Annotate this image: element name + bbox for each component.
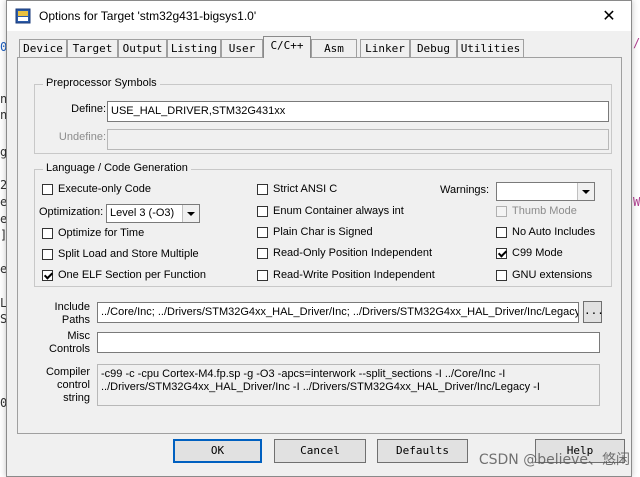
ro-pi-box — [257, 247, 268, 259]
execute-only-label: Execute-only Code — [58, 183, 151, 195]
undefine-label: Undefine: — [58, 131, 106, 143]
tab-device[interactable]: Device — [19, 39, 67, 57]
options-dialog: Options for Target 'stm32g431-bigsys1.0'… — [6, 0, 632, 477]
no-auto-includes-box — [496, 226, 507, 238]
compiler-label-line2: control — [56, 379, 90, 391]
gnu-extensions-box — [496, 269, 507, 281]
enum-container-label: Enum Container always int — [273, 205, 404, 217]
plain-char-box — [257, 226, 268, 238]
tab-listing[interactable]: Listing — [167, 39, 221, 57]
tab-c-cpp[interactable]: C/C++ — [263, 36, 311, 58]
c99-mode-label: C99 Mode — [512, 247, 563, 259]
c-cpp-tab-panel: Preprocessor Symbols Define: USE_HAL_DRI… — [17, 57, 622, 434]
optimize-time-box — [42, 227, 53, 239]
defaults-button[interactable]: Defaults — [377, 439, 468, 463]
warnings-select[interactable] — [496, 182, 595, 201]
keil-app-icon — [15, 8, 31, 24]
tab-debug[interactable]: Debug — [410, 39, 457, 57]
tab-output[interactable]: Output — [118, 39, 167, 57]
ro-pi-label: Read-Only Position Independent — [273, 247, 432, 259]
execute-only-checkbox[interactable]: Execute-only Code — [42, 183, 151, 195]
dialog-title: Options for Target 'stm32g431-bigsys1.0' — [39, 9, 257, 23]
ro-pi-checkbox[interactable]: Read-Only Position Independent — [257, 247, 432, 259]
title-bar[interactable]: Options for Target 'stm32g431-bigsys1.0'… — [7, 1, 631, 31]
tab-target[interactable]: Target — [67, 39, 118, 57]
csdn-watermark: CSDN @believe、悠闲 — [478, 452, 630, 468]
misc-label-line2: Controls — [49, 343, 90, 355]
split-load-checkbox[interactable]: Split Load and Store Multiple — [42, 248, 199, 260]
strict-ansi-checkbox[interactable]: Strict ANSI C — [257, 183, 337, 195]
thumb-mode-checkbox[interactable]: Thumb Mode — [496, 205, 577, 217]
include-paths-label: Include Paths — [38, 301, 90, 327]
preprocessor-group: Preprocessor Symbols Define: USE_HAL_DRI… — [34, 77, 612, 154]
tab-utilities[interactable]: Utilities — [457, 39, 524, 57]
thumb-mode-box — [496, 205, 507, 217]
c99-mode-box — [496, 247, 507, 259]
misc-controls-label: Misc Controls — [38, 330, 90, 356]
tab-linker[interactable]: Linker — [360, 39, 410, 57]
rw-pi-label: Read-Write Position Independent — [273, 269, 435, 281]
close-icon[interactable]: ✕ — [589, 1, 629, 31]
define-label: Define: — [71, 103, 106, 115]
compiler-control-label: Compiler control string — [32, 366, 90, 405]
editor-fragment: W — [633, 195, 640, 209]
include-paths-browse-button[interactable]: ... — [583, 301, 604, 323]
no-auto-includes-label: No Auto Includes — [512, 226, 596, 238]
cancel-button[interactable]: Cancel — [274, 439, 366, 463]
no-auto-includes-checkbox[interactable]: No Auto Includes — [496, 226, 595, 238]
strict-ansi-box — [257, 183, 268, 195]
misc-controls-field[interactable] — [97, 332, 600, 353]
ok-button[interactable]: OK — [173, 439, 262, 463]
undefine-field[interactable] — [107, 129, 609, 150]
one-elf-box — [42, 269, 53, 281]
optimization-value: Level 3 (-O3) — [110, 207, 175, 219]
optimization-label: Optimization: — [39, 206, 104, 218]
chevron-down-icon — [577, 183, 594, 200]
compiler-string-line2: ../Drivers/STM32G4xx_HAL_Driver/Inc -I .… — [101, 381, 540, 393]
plain-char-label: Plain Char is Signed — [273, 226, 373, 238]
define-field[interactable]: USE_HAL_DRIVER,STM32G431xx — [107, 101, 609, 122]
include-label-line2: Paths — [61, 314, 90, 326]
include-label-line1: Include — [54, 301, 90, 313]
split-load-label: Split Load and Store Multiple — [58, 248, 199, 260]
gnu-extensions-label: GNU extensions — [512, 269, 593, 281]
strict-ansi-label: Strict ANSI C — [273, 183, 338, 195]
editor-fragment: / — [633, 36, 640, 50]
language-group-label: Language / Code Generation — [43, 162, 191, 174]
compiler-string-line1: -c99 -c -cpu Cortex-M4.fp.sp -g -O3 -apc… — [101, 368, 506, 380]
tab-user[interactable]: User — [221, 39, 263, 57]
rw-pi-box — [257, 269, 268, 281]
split-load-box — [42, 248, 53, 260]
chevron-down-icon — [182, 205, 199, 222]
compiler-control-string[interactable]: -c99 -c -cpu Cortex-M4.fp.sp -g -O3 -apc… — [97, 364, 600, 406]
language-group: Language / Code Generation Execute-only … — [34, 162, 612, 287]
tab-asm[interactable]: Asm — [311, 39, 357, 57]
compiler-label-line1: Compiler — [45, 366, 90, 378]
c99-mode-checkbox[interactable]: C99 Mode — [496, 247, 563, 259]
compiler-label-line3: string — [63, 392, 90, 404]
one-elf-checkbox[interactable]: One ELF Section per Function — [42, 269, 206, 281]
gnu-extensions-checkbox[interactable]: GNU extensions — [496, 269, 592, 281]
include-paths-field[interactable]: ../Core/Inc; ../Drivers/STM32G4xx_HAL_Dr… — [97, 302, 579, 323]
enum-container-checkbox[interactable]: Enum Container always int — [257, 205, 404, 217]
warnings-label: Warnings: — [440, 184, 490, 196]
one-elf-label: One ELF Section per Function — [58, 269, 206, 281]
misc-label-line1: Misc — [67, 330, 90, 342]
thumb-mode-label: Thumb Mode — [512, 205, 577, 217]
optimize-time-label: Optimize for Time — [58, 227, 145, 239]
optimization-select[interactable]: Level 3 (-O3) — [106, 204, 200, 223]
enum-container-box — [257, 205, 268, 217]
execute-only-box — [42, 183, 53, 195]
optimize-time-checkbox[interactable]: Optimize for Time — [42, 227, 144, 239]
rw-pi-checkbox[interactable]: Read-Write Position Independent — [257, 269, 435, 281]
preprocessor-group-label: Preprocessor Symbols — [43, 77, 160, 89]
plain-char-checkbox[interactable]: Plain Char is Signed — [257, 226, 373, 238]
